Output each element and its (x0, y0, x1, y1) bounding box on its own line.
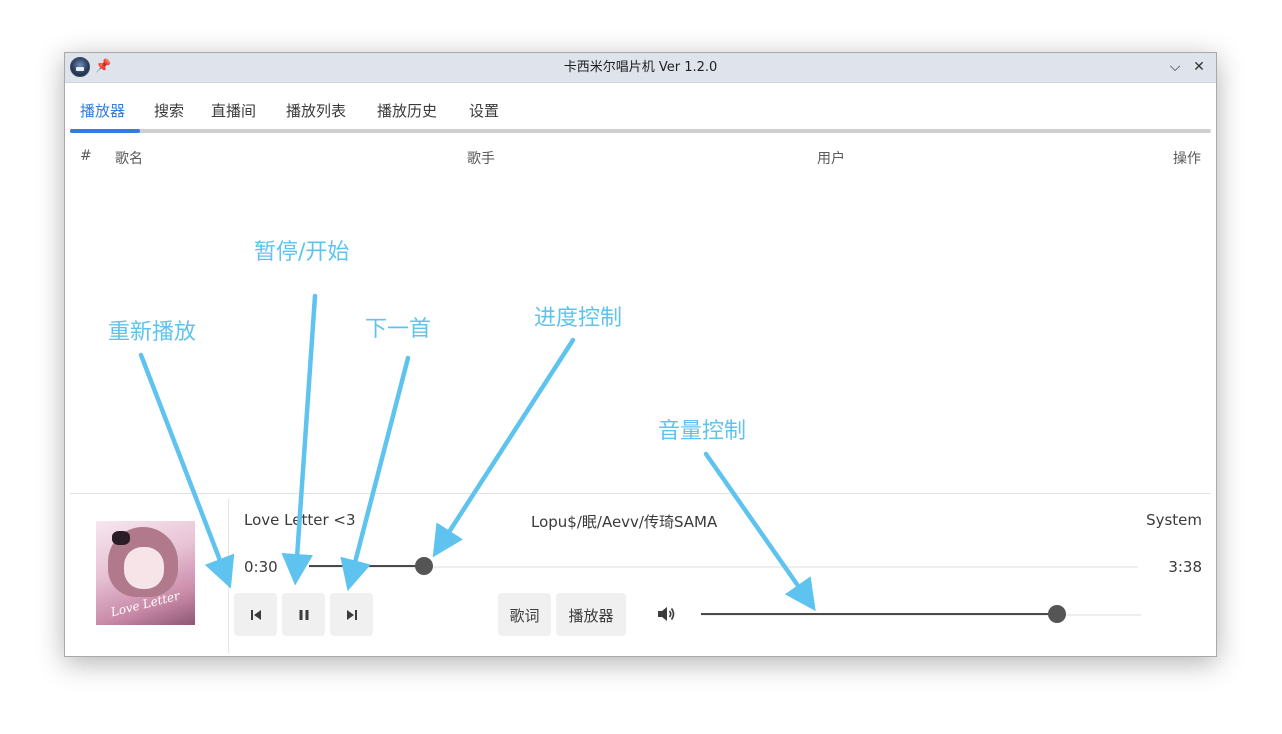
tab-active-indicator (70, 129, 140, 133)
skip-previous-icon (250, 609, 261, 620)
cover-divider (228, 499, 229, 653)
tab-settings[interactable]: 设置 (469, 100, 499, 121)
volume-slider[interactable] (701, 605, 1141, 623)
now-playing-user: System (1146, 511, 1202, 529)
skip-next-icon (346, 609, 357, 620)
tab-playlist[interactable]: 播放列表 (286, 100, 346, 121)
speaker-icon[interactable] (655, 603, 677, 625)
tab-search[interactable]: 搜索 (154, 100, 184, 121)
annotation-replay: 重新播放 (108, 320, 197, 345)
volume-fill (701, 613, 1058, 615)
chevron-down-icon[interactable]: ⌵ (1166, 58, 1184, 76)
close-icon[interactable]: ✕ (1190, 58, 1208, 76)
column-actions: 操作 (1173, 151, 1201, 167)
tab-live-room[interactable]: 直播间 (211, 100, 256, 121)
tab-player[interactable]: 播放器 (80, 100, 125, 121)
next-track-button[interactable] (330, 593, 373, 636)
title-bar: 📌 卡西米尔唱片机 Ver 1.2.0 ⌵ ✕ (65, 53, 1216, 83)
now-playing-title: Love Letter <3 (244, 511, 356, 529)
column-user[interactable]: 用户 (817, 148, 845, 168)
lyrics-button[interactable]: 歌词 (498, 593, 551, 636)
tab-bar: 播放器 搜索 直播间 播放列表 播放历史 设置 (70, 83, 1211, 133)
restart-button[interactable] (234, 593, 277, 636)
tab-track (70, 129, 1211, 133)
column-artist[interactable]: 歌手 (467, 148, 495, 168)
app-window: 📌 卡西米尔唱片机 Ver 1.2.0 ⌵ ✕ 播放器 搜索 直播间 播放列表 … (64, 52, 1217, 657)
progress-fill (309, 565, 425, 567)
column-song-name[interactable]: 歌名 (115, 148, 143, 168)
progress-knob[interactable] (415, 557, 434, 575)
tab-history[interactable]: 播放历史 (377, 100, 437, 121)
pause-icon (299, 609, 308, 620)
player-divider (70, 493, 1211, 494)
player-view-button[interactable]: 播放器 (556, 593, 626, 636)
annotation-next: 下一首 (365, 317, 432, 342)
pause-play-button[interactable] (282, 593, 325, 636)
annotation-progress-control: 进度控制 (534, 306, 623, 331)
now-playing-artist: Lopu$/眠/Aevv/传琦SAMA (531, 513, 718, 531)
volume-knob[interactable] (1048, 605, 1067, 623)
window-title: 卡西米尔唱片机 Ver 1.2.0 (563, 60, 718, 75)
album-cover: Love Letter (96, 521, 195, 625)
progress-slider[interactable] (309, 557, 1138, 575)
annotation-volume-control: 音量控制 (658, 419, 747, 444)
annotation-pause-play: 暂停/开始 (254, 240, 350, 265)
column-index: # (80, 148, 92, 164)
total-duration: 3:38 (1168, 558, 1202, 576)
elapsed-time: 0:30 (244, 558, 278, 576)
